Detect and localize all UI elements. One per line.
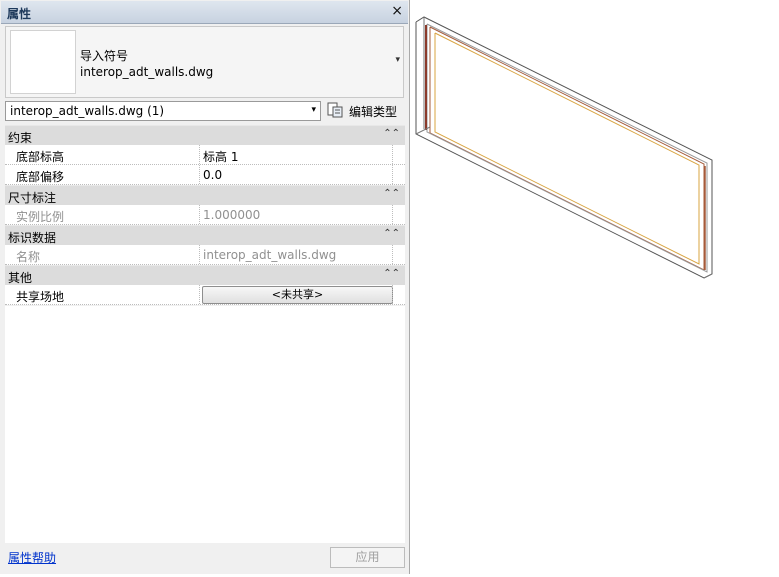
panel-titlebar: 属性 × (1, 1, 408, 24)
property-key: 共享场地 (16, 290, 65, 304)
section-title: 标识数据 (8, 231, 57, 245)
property-row-instance-scale: 实例比例 1.000000 (5, 205, 405, 225)
section-dimensions[interactable]: 尺寸标注 ⌃⌃ (5, 185, 405, 205)
property-value: 1.000000 (203, 208, 261, 222)
property-key: 底部偏移 (16, 170, 65, 184)
apply-button[interactable]: 应用 (330, 547, 405, 568)
wall-inner-frame (429, 26, 705, 271)
3d-viewport[interactable] (411, 0, 779, 574)
property-value[interactable]: 0.0 (203, 168, 222, 182)
property-grid-empty-area (5, 306, 405, 543)
type-family-label: 导入符号 (80, 49, 129, 63)
panel-title: 属性 (7, 7, 32, 21)
panel-footer: 属性帮助 应用 (1, 543, 409, 573)
instance-filter-value: interop_adt_walls.dwg (1) (10, 104, 165, 118)
property-grid: 约束 ⌃⌃ 底部标高 标高 1 底部偏移 0.0 尺寸标注 ⌃⌃ 实例比例 1.… (5, 125, 405, 305)
type-thumbnail (10, 30, 76, 94)
wall-model-view (415, 16, 713, 279)
chevron-down-icon[interactable]: ▾ (395, 55, 400, 65)
close-icon[interactable]: × (391, 3, 403, 19)
chevron-down-icon[interactable]: ▾ (311, 105, 316, 115)
collapse-icon[interactable]: ⌃⌃ (383, 228, 400, 239)
property-value: interop_adt_walls.dwg (203, 248, 337, 262)
collapse-icon[interactable]: ⌃⌃ (383, 188, 400, 199)
collapse-icon[interactable]: ⌃⌃ (383, 128, 400, 139)
shared-site-button[interactable]: <未共享> (202, 286, 393, 304)
section-title: 其他 (8, 271, 33, 285)
edit-type-icon (327, 102, 343, 118)
section-identity-data[interactable]: 标识数据 ⌃⌃ (5, 225, 405, 245)
section-other[interactable]: 其他 ⌃⌃ (5, 265, 405, 285)
property-row-base-offset[interactable]: 底部偏移 0.0 (5, 165, 405, 185)
property-key: 底部标高 (16, 150, 65, 164)
wall-outline (415, 16, 713, 279)
section-title: 约束 (8, 131, 33, 145)
property-row-name: 名称 interop_adt_walls.dwg (5, 245, 405, 265)
properties-panel: 属性 × 导入符号 interop_adt_walls.dwg ▾ intero… (0, 0, 410, 574)
type-preview[interactable]: 导入符号 interop_adt_walls.dwg ▾ (5, 26, 404, 98)
type-name-label: interop_adt_walls.dwg (80, 65, 214, 79)
instance-filter-select[interactable]: interop_adt_walls.dwg (1) ▾ (5, 101, 321, 121)
edit-type-label: 编辑类型 (349, 105, 398, 119)
property-key: 名称 (16, 250, 41, 264)
section-title: 尺寸标注 (8, 191, 57, 205)
collapse-icon[interactable]: ⌃⌃ (383, 268, 400, 279)
properties-help-link[interactable]: 属性帮助 (8, 549, 56, 566)
property-row-base-level[interactable]: 底部标高 标高 1 (5, 145, 405, 165)
property-row-shared-site[interactable]: 共享场地 <未共享> (5, 285, 405, 305)
property-value[interactable]: 标高 1 (203, 148, 238, 165)
section-constraints[interactable]: 约束 ⌃⌃ (5, 125, 405, 145)
property-key: 实例比例 (16, 210, 65, 224)
